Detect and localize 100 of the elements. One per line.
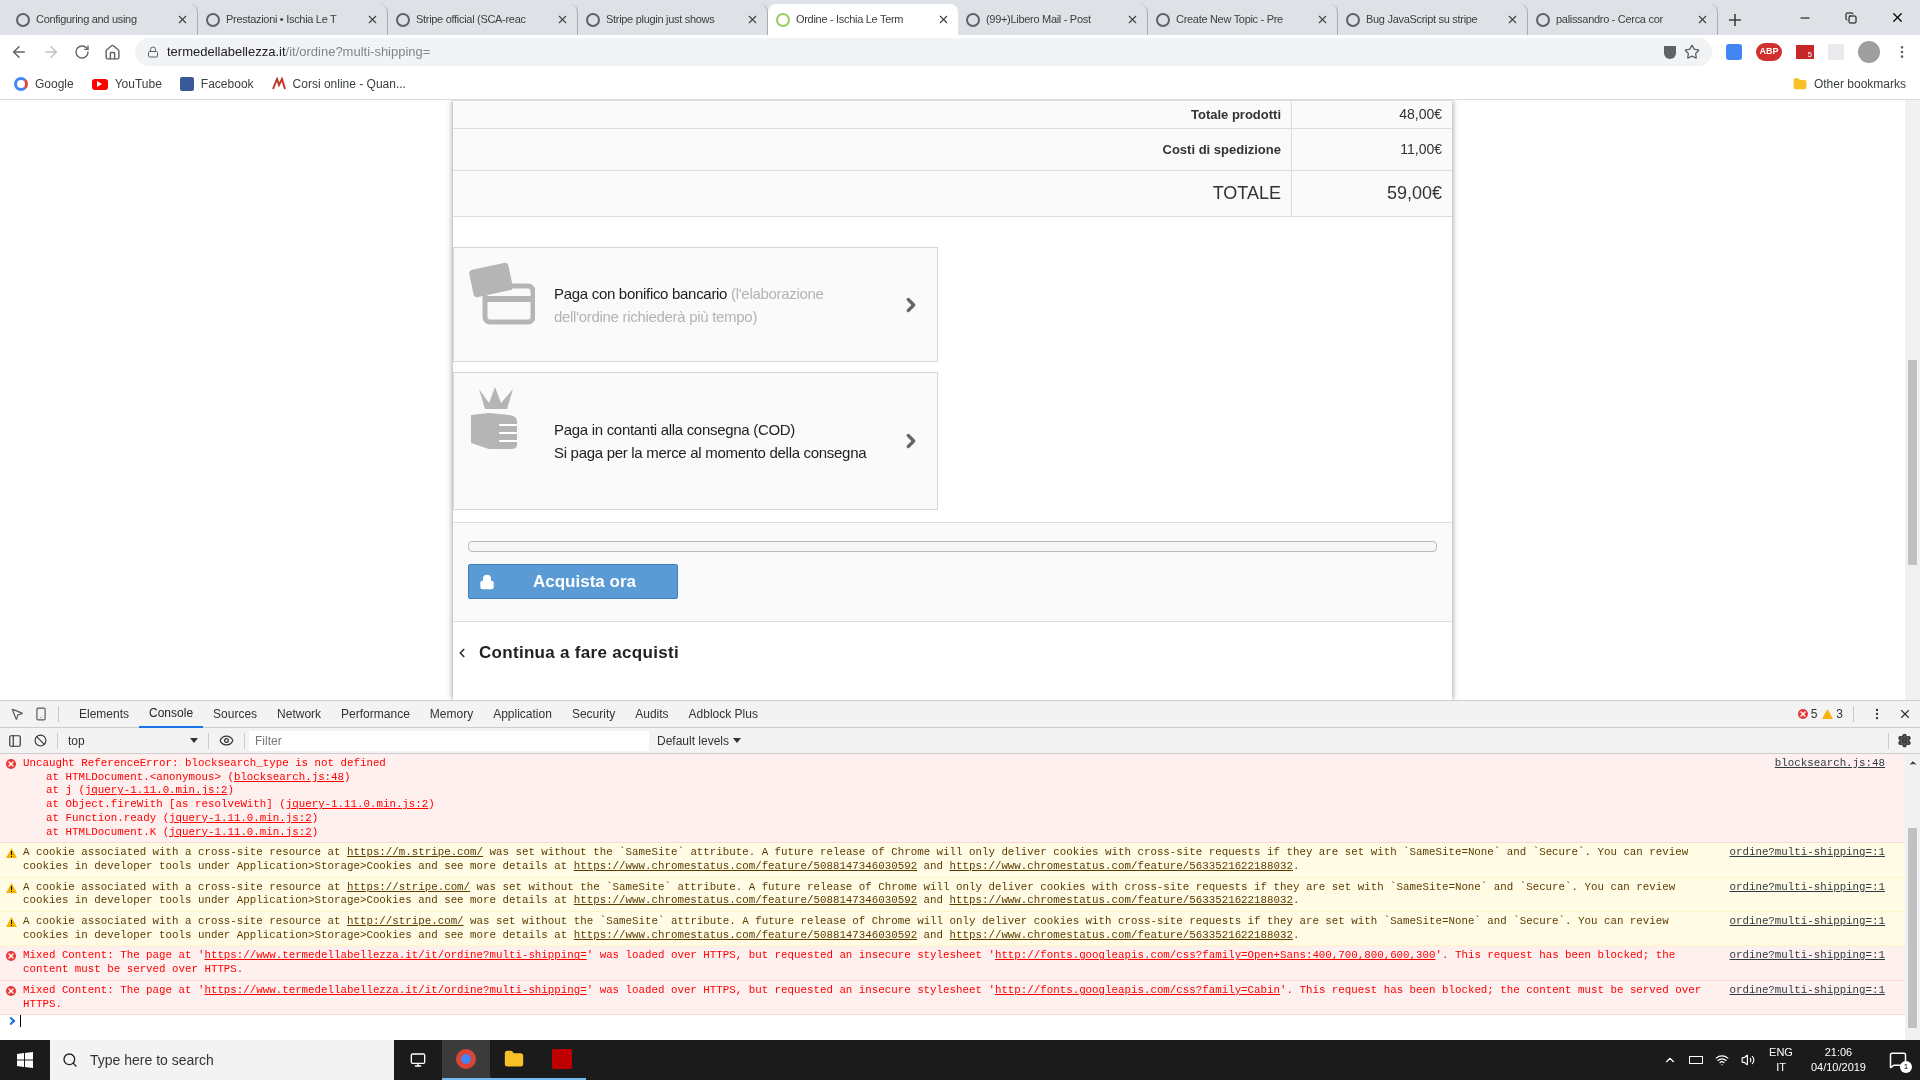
console-link[interactable]: http://fonts.googleapis.com/css?family=Cabin — [994, 983, 1280, 996]
lock-icon — [147, 46, 159, 58]
devtools-tab[interactable]: Application — [483, 700, 562, 728]
console-link[interactable]: https://www.chromestatus.com/feature/5088147346030592 — [573, 859, 918, 872]
console-scrollbar[interactable] — [1905, 754, 1920, 1040]
devtools-tab[interactable]: Audits — [625, 700, 679, 728]
warning-icon — [6, 848, 17, 859]
console-link[interactable]: http://fonts.googleapis.com/css?family=Open+Sans:400,700,800,600,300 — [994, 949, 1436, 962]
message-source[interactable]: blocksearch.js:48 — [1725, 757, 1885, 840]
summary-value: 11,00€ — [1400, 140, 1442, 159]
device-icon[interactable] — [34, 707, 48, 721]
browser-tab[interactable]: Ordine - Ischia Le Term — [768, 4, 958, 35]
devtools-tab[interactable]: Network — [267, 700, 332, 728]
taskbar-search-field[interactable]: Type here to search — [50, 1040, 394, 1080]
windows-logo-icon[interactable] — [17, 1052, 33, 1068]
tab-title: Prestazioni • Ischia Le T — [226, 12, 338, 28]
warning-count[interactable]: 3 — [1836, 705, 1843, 723]
error-count[interactable]: 5 — [1810, 705, 1818, 723]
devtools-tab[interactable]: Adblock Plus — [678, 700, 768, 728]
tab-title: Bug JavaScript su stripe — [1366, 12, 1479, 28]
search-icon — [62, 1052, 78, 1068]
message-source[interactable]: ordine?multi-shipping=:1 — [1725, 915, 1885, 943]
console-link[interactable]: jquery-1.11.0.min.js:2 — [84, 784, 228, 797]
close-icon[interactable] — [1316, 13, 1329, 26]
close-icon[interactable] — [746, 13, 759, 26]
console-link[interactable]: jquery-1.11.0.min.js:2 — [169, 825, 312, 838]
bookmark[interactable]: Facebook — [179, 75, 254, 93]
message-source[interactable]: ordine?multi-shipping=:1 — [1725, 983, 1885, 1012]
console-link[interactable]: https://www.chromestatus.com/feature/5088147346030592 — [573, 894, 918, 907]
error-icon — [6, 951, 16, 962]
clock-time[interactable]: 21:06 — [1824, 1045, 1853, 1060]
devtools-tab[interactable]: Elements — [69, 700, 140, 728]
close-icon[interactable] — [937, 13, 950, 26]
console-link[interactable]: https://www.chromestatus.com/feature/5088147346030592 — [573, 928, 918, 941]
close-icon[interactable] — [1696, 13, 1709, 26]
console-caret[interactable] — [20, 1015, 21, 1028]
console-link[interactable]: https://www.termedellabellezza.it/it/ordine?multi-shipping= — [204, 983, 587, 996]
console-link[interactable]: http://stripe.com/ — [346, 915, 464, 928]
close-icon[interactable] — [1506, 13, 1519, 26]
console-link[interactable]: https://www.chromestatus.com/feature/5633521622188032 — [949, 894, 1293, 907]
continue-shopping-link[interactable]: Continua a fare acquisti — [479, 640, 679, 666]
warning-icon — [6, 882, 17, 893]
tab-title: (99+)Libero Mail - Post — [986, 12, 1092, 28]
bookmark[interactable]: Corsi online - Quan... — [271, 75, 406, 93]
sidebar-icon[interactable] — [8, 733, 22, 748]
payment-option[interactable]: Paga con bonifico bancario (l'elaborazione dell'ordine richiederà più tempo) — [453, 247, 938, 362]
wifi-icon[interactable] — [1715, 1053, 1730, 1067]
console-message: A cookie associated with a cross-site resource at https://m.stripe.com/ was set without the `SameSite` attribute. A future release of Chrome will only deliver cookies with cross-site requests if they are set with `SameSite=None` and `Secure`. You can review cookies in developer tools under Application>Storage>Cookies and see more details at https://www.chromestatus.com/feature/5088147346030592 and https://www.chromestatus.com/feature/5633521622188032. — [23, 846, 1690, 874]
scroll-up-icon[interactable] — [1907, 758, 1918, 768]
clock-date[interactable]: 04/10/2019 — [1810, 1060, 1866, 1075]
reload-icon[interactable] — [74, 44, 90, 60]
console-link[interactable]: https://www.termedellabellezza.it/it/ordine?multi-shipping= — [204, 949, 587, 962]
payment-note: Si paga per la merce al momento della consegna — [554, 443, 868, 463]
battery-icon[interactable] — [1689, 1056, 1704, 1064]
console-link[interactable]: jquery-1.11.0.min.js:2 — [169, 811, 312, 824]
task-view-icon[interactable] — [410, 1052, 426, 1068]
back-icon[interactable] — [10, 43, 28, 61]
address-field[interactable]: termedellabellezza.it/it/ordine?multi-shipping= — [135, 38, 1712, 66]
new-tab-icon[interactable] — [1728, 12, 1742, 27]
chrome-icon[interactable] — [442, 1040, 490, 1080]
eye-icon[interactable] — [219, 733, 234, 748]
devtools-tab[interactable]: Performance — [331, 700, 420, 728]
keyboard-layout[interactable]: IT — [1776, 1060, 1786, 1075]
payment-option[interactable]: Paga in contanti alla consegna (COD) Si paga per la merce al momento della consegna — [453, 372, 938, 510]
page-scrollbar[interactable] — [1905, 100, 1920, 700]
console-link[interactable]: https://www.chromestatus.com/feature/5633521622188032 — [949, 859, 1293, 872]
devtools-tab[interactable]: Memory — [419, 700, 484, 728]
devtools-tab[interactable]: Security — [561, 700, 626, 728]
tab-title: Stripe plugin just shows — [606, 12, 716, 28]
filter-field[interactable]: Filter — [249, 730, 649, 751]
star-icon[interactable] — [1684, 44, 1700, 60]
close-icon[interactable] — [176, 13, 189, 26]
bookmark[interactable]: Google — [14, 75, 74, 93]
inspect-icon[interactable] — [10, 707, 24, 721]
avatar[interactable] — [1858, 41, 1880, 63]
close-icon[interactable] — [1126, 13, 1139, 26]
home-icon[interactable] — [104, 43, 121, 61]
mail-icon-badge[interactable]: 5 — [1796, 45, 1814, 59]
context-select[interactable]: top — [68, 731, 198, 750]
console-link[interactable]: https://stripe.com/ — [346, 880, 471, 893]
extension-badge[interactable]: ABP — [1756, 43, 1782, 61]
close-icon[interactable] — [1898, 707, 1912, 721]
console-message: Mixed Content: The page at 'https://www.termedellabellezza.it/it/ordine?multi-shipping=' was loaded over HTTPS, but requested an insecure stylesheet 'http://fonts.googleapis.com/css?family=Open+Sans:400,700,800,600,300'. This request has been blocked; the content must be served over HTTPS. — [23, 949, 1677, 977]
close-icon[interactable] — [556, 13, 569, 26]
message-source[interactable]: ordine?multi-shipping=:1 — [1725, 846, 1885, 874]
settings-icon[interactable] — [1897, 733, 1912, 748]
levels-select[interactable]: Default levels — [657, 731, 742, 750]
console-link[interactable]: https://www.chromestatus.com/feature/5633521622188032 — [949, 928, 1293, 941]
other-bookmarks[interactable]: Other bookmarks — [1792, 75, 1906, 93]
volume-icon[interactable] — [1741, 1053, 1756, 1067]
language-indicator[interactable]: ENG — [1769, 1045, 1793, 1060]
console-link[interactable]: jquery-1.11.0.min.js:2 — [285, 798, 429, 811]
console-link[interactable]: https://m.stripe.com/ — [346, 846, 484, 859]
clear-icon[interactable] — [34, 734, 47, 747]
message-source[interactable]: ordine?multi-shipping=:1 — [1725, 880, 1885, 909]
console-link[interactable]: blocksearch.js:48 — [233, 770, 345, 783]
devtools-tab[interactable]: Sources — [203, 700, 268, 728]
message-source[interactable]: ordine?multi-shipping=:1 — [1725, 949, 1885, 977]
close-icon[interactable] — [366, 13, 379, 26]
bookmark[interactable]: YouTube — [91, 75, 162, 93]
